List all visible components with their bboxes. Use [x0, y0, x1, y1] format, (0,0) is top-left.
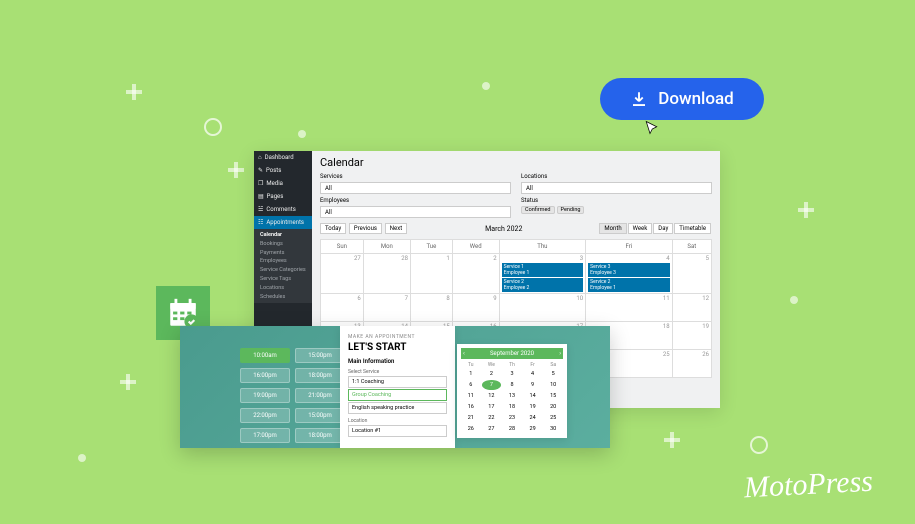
mini-cal-day[interactable]: 24 — [523, 413, 543, 423]
filter-employees[interactable]: All — [320, 206, 511, 218]
mini-cal-day[interactable]: 15 — [543, 391, 563, 401]
sidebar-item-appointments[interactable]: ☷ Appointments — [254, 216, 312, 229]
mini-cal-day[interactable]: 6 — [461, 380, 481, 390]
submenu-schedules[interactable]: Schedules — [260, 293, 306, 302]
mini-cal-day[interactable]: 9 — [523, 380, 543, 390]
filter-services[interactable]: All — [320, 182, 511, 194]
service-option[interactable]: Group Coaching — [348, 389, 447, 401]
sidebar-item-posts[interactable]: ✎ Posts — [254, 164, 312, 177]
mini-cal-dow: Tu — [461, 362, 481, 368]
page-title: Calendar — [320, 156, 712, 169]
submenu-service-categories[interactable]: Service Categories — [260, 266, 306, 275]
mini-cal-day[interactable]: 22 — [482, 413, 502, 423]
filter-employees-label: Employees — [320, 197, 511, 204]
mini-cal-dow: Fr — [523, 362, 543, 368]
prev-month-icon[interactable]: ‹ — [463, 350, 465, 357]
location-select[interactable]: Location #1 — [348, 425, 447, 437]
time-slot[interactable]: 19:00pm — [240, 388, 290, 403]
mini-cal-day[interactable]: 19 — [523, 402, 543, 412]
time-slot[interactable]: 15:00pm — [295, 408, 345, 423]
service-label: Select Service — [348, 369, 447, 375]
mini-cal-day[interactable]: 10 — [543, 380, 563, 390]
mini-cal-day[interactable]: 20 — [543, 402, 563, 412]
mini-cal-day[interactable]: 14 — [523, 391, 543, 401]
filter-status[interactable]: ConfirmedPending — [521, 206, 712, 214]
service-select[interactable]: 1:1 Coaching — [348, 376, 447, 388]
time-slot[interactable]: 18:00pm — [295, 368, 345, 383]
filter-services-label: Services — [320, 173, 511, 180]
submenu-employees[interactable]: Employees — [260, 257, 306, 266]
today-button[interactable]: Today — [320, 223, 346, 234]
filter-locations[interactable]: All — [521, 182, 712, 194]
practice-select[interactable]: English speaking practice — [348, 402, 447, 414]
month-label: March 2022 — [485, 225, 522, 233]
view-timetable[interactable]: Timetable — [674, 223, 711, 234]
mini-cal-day[interactable]: 12 — [482, 391, 502, 401]
mini-calendar-title: September 2020 — [490, 350, 534, 357]
time-slot[interactable]: 15:00pm — [295, 348, 345, 363]
download-icon — [630, 90, 648, 108]
filter-status-label: Status — [521, 197, 712, 204]
mini-cal-day[interactable]: 21 — [461, 413, 481, 423]
mini-cal-day[interactable]: 4 — [523, 369, 543, 379]
booking-widget: 10:00am 15:00pm 16:00pm 18:00pm 19:00pm 21:00… — [180, 326, 610, 448]
mini-cal-day[interactable]: 26 — [461, 424, 481, 434]
mini-cal-dow: Th — [502, 362, 522, 368]
mini-cal-day[interactable]: 18 — [502, 402, 522, 412]
mini-cal-day[interactable]: 2 — [482, 369, 502, 379]
booking-form: MAKE AN APPOINTMENT LET'S START Main Inf… — [340, 326, 455, 448]
submenu-calendar[interactable]: Calendar — [260, 231, 306, 240]
form-section: Main Information — [348, 358, 447, 365]
mini-cal-dow: Sa — [543, 362, 563, 368]
time-slot[interactable]: 16:00pm — [240, 368, 290, 383]
brand-logo: MotoPress — [743, 465, 873, 506]
next-button[interactable]: Next — [385, 223, 407, 234]
mini-cal-day[interactable]: 3 — [502, 369, 522, 379]
time-slot[interactable]: 10:00am — [240, 348, 290, 363]
sidebar-item-media[interactable]: ❐ Media — [254, 177, 312, 190]
form-pretitle: MAKE AN APPOINTMENT — [348, 334, 447, 340]
time-slots: 10:00am 15:00pm 16:00pm 18:00pm 19:00pm 21:00… — [240, 348, 345, 448]
sidebar-item-dashboard[interactable]: ⌂ Dashboard — [254, 151, 312, 164]
time-slot[interactable]: 18:00pm — [295, 428, 345, 443]
location-label: Location — [348, 418, 447, 424]
mini-cal-day[interactable]: 27 — [482, 424, 502, 434]
time-slot[interactable]: 22:00pm — [240, 408, 290, 423]
next-month-icon[interactable]: › — [559, 350, 561, 357]
sidebar-item-comments[interactable]: ☱ Comments — [254, 203, 312, 216]
download-button[interactable]: Download — [600, 78, 764, 120]
submenu-service-tags[interactable]: Service Tags — [260, 275, 306, 284]
sidebar-submenu: Calendar Bookings Payments Employees Ser… — [254, 229, 312, 303]
filter-locations-label: Locations — [521, 173, 712, 180]
submenu-payments[interactable]: Payments — [260, 249, 306, 258]
view-month[interactable]: Month — [599, 223, 626, 234]
view-day[interactable]: Day — [653, 223, 673, 234]
mini-cal-dow: We — [482, 362, 502, 368]
cursor-icon — [644, 120, 662, 138]
view-week[interactable]: Week — [628, 223, 653, 234]
mini-cal-day[interactable]: 25 — [543, 413, 563, 423]
mini-cal-day[interactable]: 1 — [461, 369, 481, 379]
mini-cal-day[interactable]: 5 — [543, 369, 563, 379]
mini-cal-day[interactable]: 8 — [502, 380, 522, 390]
prev-button[interactable]: Previous — [349, 223, 382, 234]
mini-cal-day[interactable]: 16 — [461, 402, 481, 412]
mini-calendar-header: ‹ September 2020 › — [461, 348, 563, 359]
mini-calendar: ‹ September 2020 › TuWeThFrSa12345678910… — [457, 344, 567, 438]
submenu-bookings[interactable]: Bookings — [260, 240, 306, 249]
mini-cal-day[interactable]: 13 — [502, 391, 522, 401]
submenu-locations[interactable]: Locations — [260, 284, 306, 293]
mini-cal-day[interactable]: 28 — [502, 424, 522, 434]
form-title: LET'S START — [348, 342, 447, 353]
time-slot[interactable]: 17:00pm — [240, 428, 290, 443]
mini-cal-day[interactable]: 30 — [543, 424, 563, 434]
sidebar-item-pages[interactable]: ▤ Pages — [254, 190, 312, 203]
mini-cal-day[interactable]: 11 — [461, 391, 481, 401]
mini-cal-day[interactable]: 29 — [523, 424, 543, 434]
mini-cal-day[interactable]: 17 — [482, 402, 502, 412]
mini-cal-day[interactable]: 7 — [482, 380, 502, 390]
mini-cal-day[interactable]: 23 — [502, 413, 522, 423]
download-label: Download — [658, 89, 734, 109]
time-slot[interactable]: 21:00pm — [295, 388, 345, 403]
